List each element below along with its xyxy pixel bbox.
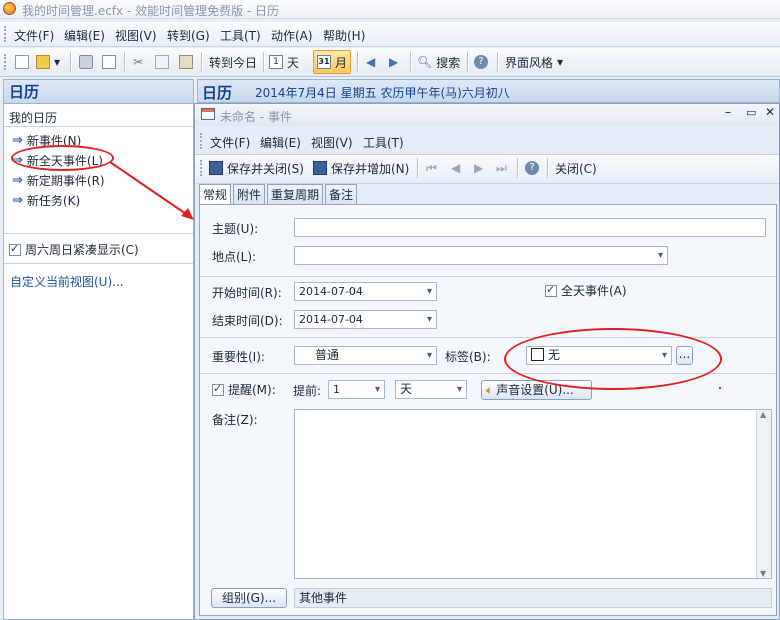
annotation-arrow	[109, 161, 722, 390]
annotation-ellipse	[504, 328, 722, 390]
